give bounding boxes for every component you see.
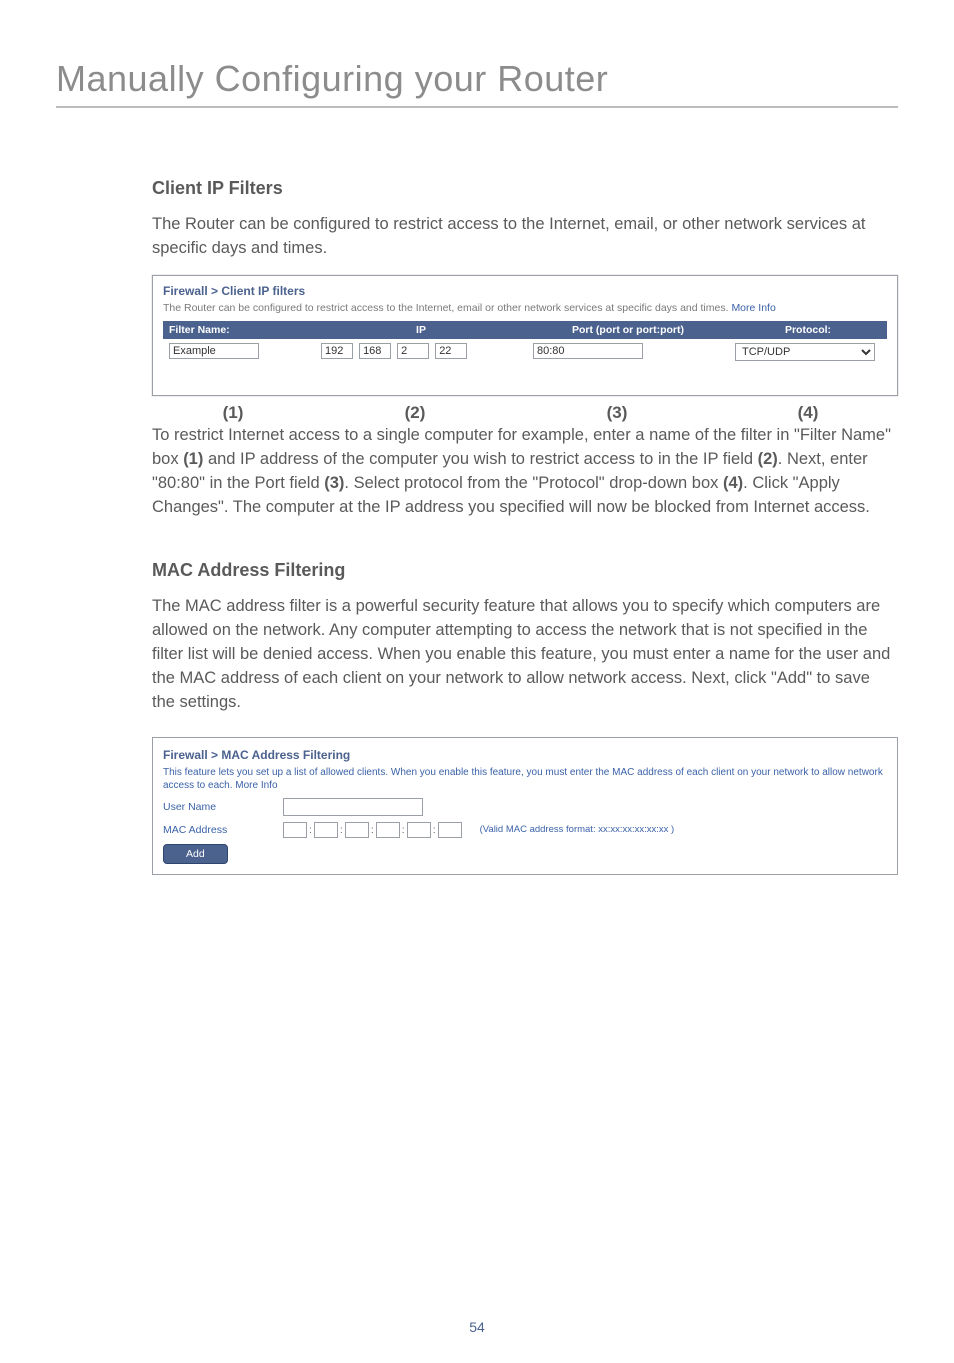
mac-octet-3-input[interactable] xyxy=(345,822,369,838)
port-input[interactable] xyxy=(533,343,643,359)
user-name-input[interactable] xyxy=(283,798,423,816)
title-rule xyxy=(56,106,898,108)
mac-octet-1-input[interactable] xyxy=(283,822,307,838)
col-ip: IP xyxy=(315,321,527,339)
page-number: 54 xyxy=(0,1319,954,1335)
mac-colon: : xyxy=(338,824,345,836)
mac-colon: : xyxy=(400,824,407,836)
protocol-select[interactable]: TCP/UDP xyxy=(735,343,875,361)
col-port: Port (port or port:port) xyxy=(527,321,729,339)
filter-name-input[interactable] xyxy=(169,343,259,359)
marker-2: (2) xyxy=(314,402,516,424)
mac-filtering-body: The MAC address filter is a powerful sec… xyxy=(56,595,898,715)
mac-filtering-figure: Firewall > MAC Address Filtering This fe… xyxy=(152,737,898,875)
mac-octet-2-input[interactable] xyxy=(314,822,338,838)
desc-marker-2: (2) xyxy=(758,450,778,468)
ip-filter-table: Filter Name: IP Port (port or port:port)… xyxy=(163,321,887,377)
marker-1: (1) xyxy=(152,402,314,424)
mac-colon: : xyxy=(307,824,314,836)
col-protocol: Protocol: xyxy=(729,321,887,339)
mac-figure-description: This feature lets you set up a list of a… xyxy=(163,766,887,792)
figure-desc-text: The Router can be configured to restrict… xyxy=(163,302,731,314)
user-name-label: User Name xyxy=(163,801,273,813)
figure-breadcrumb: Firewall > Client IP filters xyxy=(163,284,887,298)
ip-octet-3-input[interactable] xyxy=(397,343,429,359)
page-title: Manually Configuring your Router xyxy=(56,58,898,100)
section-client-ip-filters-heading: Client IP Filters xyxy=(56,178,898,199)
mac-octet-6-input[interactable] xyxy=(438,822,462,838)
desc-marker-1: (1) xyxy=(183,450,203,468)
mac-address-group: : : : : : xyxy=(283,822,462,838)
ip-octet-4-input[interactable] xyxy=(435,343,467,359)
figure-description: The Router can be configured to restrict… xyxy=(163,302,887,316)
col-filter-name: Filter Name: xyxy=(163,321,315,339)
mac-colon: : xyxy=(431,824,438,836)
mac-octet-5-input[interactable] xyxy=(407,822,431,838)
desc-marker-4: (4) xyxy=(723,474,743,492)
mac-format-hint: (Valid MAC address format: xx:xx:xx:xx:x… xyxy=(480,824,675,835)
marker-3: (3) xyxy=(516,402,718,424)
marker-4: (4) xyxy=(718,402,898,424)
table-row: TCP/UDP xyxy=(163,339,887,377)
client-ip-filters-intro: The Router can be configured to restrict… xyxy=(56,213,898,261)
ip-octet-1-input[interactable] xyxy=(321,343,353,359)
mac-more-info-link[interactable]: More Info xyxy=(235,780,277,791)
client-ip-filters-description: To restrict Internet access to a single … xyxy=(56,424,898,520)
ip-octet-2-input[interactable] xyxy=(359,343,391,359)
mac-breadcrumb: Firewall > MAC Address Filtering xyxy=(163,748,887,762)
figure-markers: (1) (2) (3) (4) xyxy=(56,402,898,424)
mac-address-label: MAC Address xyxy=(163,824,273,836)
desc-marker-3: (3) xyxy=(324,474,344,492)
mac-colon: : xyxy=(369,824,376,836)
mac-octet-4-input[interactable] xyxy=(376,822,400,838)
add-button[interactable]: Add xyxy=(163,844,228,864)
more-info-link[interactable]: More Info xyxy=(731,302,775,314)
desc-part-b: and IP address of the computer you wish … xyxy=(203,450,757,468)
section-mac-filtering-heading: MAC Address Filtering xyxy=(56,560,898,581)
client-ip-filters-figure: Firewall > Client IP filters The Router … xyxy=(152,275,898,397)
desc-part-d: . Select protocol from the "Protocol" dr… xyxy=(344,474,723,492)
